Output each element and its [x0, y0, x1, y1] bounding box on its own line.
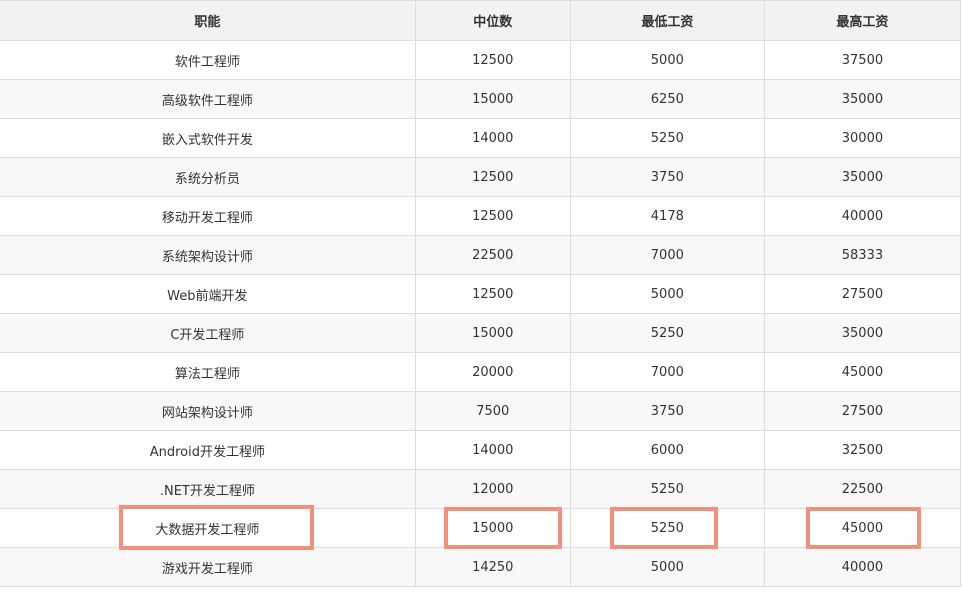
cell-max: 22500	[763, 469, 962, 509]
cell-role: 软件工程师	[0, 40, 416, 80]
cell-median: 12500	[414, 196, 571, 236]
cell-median: 15000	[414, 508, 571, 548]
table-row: Android开发工程师 14000 6000 32500	[0, 430, 962, 470]
cell-median: 7500	[414, 391, 571, 431]
cell-median: 12500	[414, 40, 571, 80]
header-min-salary: 最低工资	[569, 0, 765, 41]
cell-max: 45000	[763, 352, 962, 392]
table-row: 嵌入式软件开发 14000 5250 30000	[0, 118, 962, 158]
cell-min: 6250	[569, 79, 765, 119]
cell-min: 5000	[569, 547, 765, 587]
cell-max: 27500	[763, 274, 962, 314]
cell-role: 算法工程师	[0, 352, 416, 392]
cell-max: 40000	[763, 196, 962, 236]
header-role: 职能	[0, 0, 416, 41]
table-row: 移动开发工程师 12500 4178 40000	[0, 196, 962, 236]
cell-median: 12500	[414, 274, 571, 314]
cell-min: 6000	[569, 430, 765, 470]
cell-min: 5250	[569, 469, 765, 509]
cell-role: 大数据开发工程师	[0, 508, 416, 548]
cell-role: 嵌入式软件开发	[0, 118, 416, 158]
cell-min: 5250	[569, 118, 765, 158]
cell-median: 12500	[414, 157, 571, 197]
cell-median: 22500	[414, 235, 571, 275]
cell-median: 15000	[414, 313, 571, 353]
table-row-highlighted: 大数据开发工程师 15000 5250 45000	[0, 508, 962, 548]
cell-role: 游戏开发工程师	[0, 547, 416, 587]
table-row: 软件工程师 12500 5000 37500	[0, 40, 962, 80]
cell-role: 系统分析员	[0, 157, 416, 197]
table-row: C开发工程师 15000 5250 35000	[0, 313, 962, 353]
cell-role: C开发工程师	[0, 313, 416, 353]
table-row: Web前端开发 12500 5000 27500	[0, 274, 962, 314]
cell-min: 5000	[569, 40, 765, 80]
cell-role: Android开发工程师	[0, 430, 416, 470]
cell-median: 15000	[414, 79, 571, 119]
table-row: 系统分析员 12500 3750 35000	[0, 157, 962, 197]
cell-max: 40000	[763, 547, 962, 587]
cell-role: 系统架构设计师	[0, 235, 416, 275]
cell-max: 30000	[763, 118, 962, 158]
salary-table: 职能 中位数 最低工资 最高工资 软件工程师 12500 5000 37500 …	[0, 0, 962, 587]
table-header-row: 职能 中位数 最低工资 最高工资	[0, 0, 962, 41]
cell-max: 35000	[763, 79, 962, 119]
table-row: .NET开发工程师 12000 5250 22500	[0, 469, 962, 509]
cell-median: 14000	[414, 118, 571, 158]
cell-max: 27500	[763, 391, 962, 431]
cell-role: 网站架构设计师	[0, 391, 416, 431]
cell-max: 37500	[763, 40, 962, 80]
cell-min: 5250	[569, 508, 765, 548]
cell-max: 58333	[763, 235, 962, 275]
cell-max: 35000	[763, 157, 962, 197]
cell-role: Web前端开发	[0, 274, 416, 314]
table-row: 游戏开发工程师 14250 5000 40000	[0, 547, 962, 587]
cell-role: 移动开发工程师	[0, 196, 416, 236]
cell-min: 5000	[569, 274, 765, 314]
header-median: 中位数	[414, 0, 571, 41]
cell-max: 35000	[763, 313, 962, 353]
cell-min: 3750	[569, 157, 765, 197]
cell-min: 7000	[569, 235, 765, 275]
table-row: 高级软件工程师 15000 6250 35000	[0, 79, 962, 119]
cell-median: 14250	[414, 547, 571, 587]
cell-min: 4178	[569, 196, 765, 236]
cell-min: 5250	[569, 313, 765, 353]
table-row: 系统架构设计师 22500 7000 58333	[0, 235, 962, 275]
cell-max: 32500	[763, 430, 962, 470]
table-row: 算法工程师 20000 7000 45000	[0, 352, 962, 392]
cell-min: 7000	[569, 352, 765, 392]
cell-median: 14000	[414, 430, 571, 470]
cell-role: .NET开发工程师	[0, 469, 416, 509]
header-max-salary: 最高工资	[763, 0, 962, 41]
cell-median: 20000	[414, 352, 571, 392]
cell-median: 12000	[414, 469, 571, 509]
table-row: 网站架构设计师 7500 3750 27500	[0, 391, 962, 431]
cell-role: 高级软件工程师	[0, 79, 416, 119]
cell-max: 45000	[763, 508, 962, 548]
cell-min: 3750	[569, 391, 765, 431]
